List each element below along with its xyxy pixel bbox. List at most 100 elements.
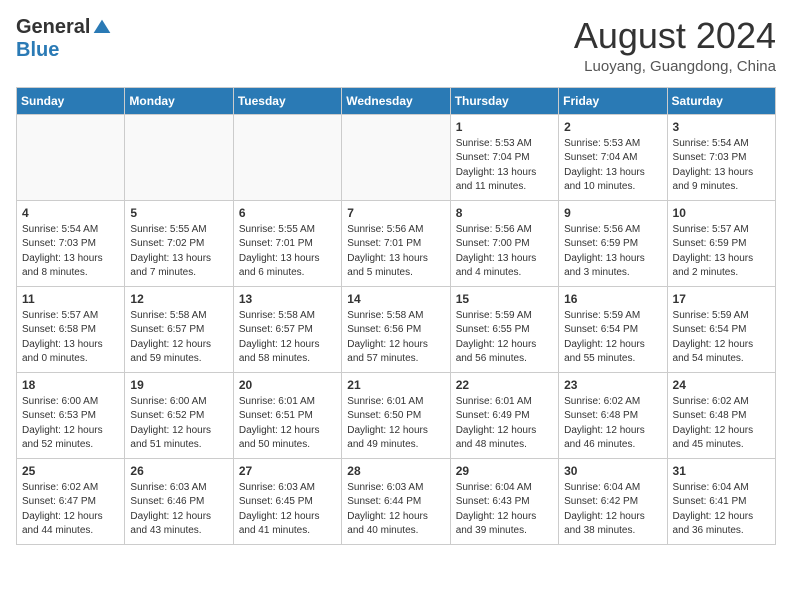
day-cell: 18Sunrise: 6:00 AMSunset: 6:53 PMDayligh… bbox=[17, 372, 125, 458]
day-number: 20 bbox=[239, 378, 336, 392]
day-info: Sunrise: 5:57 AMSunset: 6:59 PMDaylight:… bbox=[673, 223, 770, 281]
day-cell: 2Sunrise: 5:53 AMSunset: 7:04 AMDaylight… bbox=[559, 114, 667, 200]
day-info: Sunrise: 6:04 AMSunset: 6:43 PMDaylight:… bbox=[456, 481, 553, 539]
day-number: 3 bbox=[673, 120, 770, 134]
week-row-1: 1 Sunrise: 5:53 AMSunset: 7:04 PMDaylight… bbox=[17, 114, 776, 200]
day-cell: 25Sunrise: 6:02 AMSunset: 6:47 PMDayligh… bbox=[17, 458, 125, 544]
day-info: Sunrise: 5:58 AMSunset: 6:57 PMDaylight:… bbox=[130, 309, 227, 367]
day-cell: 27Sunrise: 6:03 AMSunset: 6:45 PMDayligh… bbox=[233, 458, 341, 544]
day-number: 7 bbox=[347, 206, 444, 220]
day-info: Sunrise: 5:55 AMSunset: 7:02 PMDaylight:… bbox=[130, 223, 227, 281]
day-cell: 11 Sunrise: 5:57 AMSunset: 6:58 PMDayligh… bbox=[17, 286, 125, 372]
day-info: Sunrise: 6:03 AMSunset: 6:45 PMDaylight:… bbox=[239, 481, 336, 539]
day-number: 21 bbox=[347, 378, 444, 392]
day-cell: 22 Sunrise: 6:01 AMSunset: 6:49 PMDayligh… bbox=[450, 372, 558, 458]
logo-blue-text: Blue bbox=[16, 39, 59, 62]
day-cell: 29 Sunrise: 6:04 AMSunset: 6:43 PMDayligh… bbox=[450, 458, 558, 544]
day-cell: 28Sunrise: 6:03 AMSunset: 6:44 PMDayligh… bbox=[342, 458, 450, 544]
day-cell: 19 Sunrise: 6:00 AMSunset: 6:52 PMDayligh… bbox=[125, 372, 233, 458]
week-row-3: 11 Sunrise: 5:57 AMSunset: 6:58 PMDayligh… bbox=[17, 286, 776, 372]
day-number: 6 bbox=[239, 206, 336, 220]
day-cell: 16 Sunrise: 5:59 AMSunset: 6:54 PMDayligh… bbox=[559, 286, 667, 372]
day-cell: 15 Sunrise: 5:59 AMSunset: 6:55 PMDayligh… bbox=[450, 286, 558, 372]
weekday-saturday: Saturday bbox=[667, 87, 775, 114]
day-number: 11 bbox=[22, 292, 119, 306]
day-number: 24 bbox=[673, 378, 770, 392]
day-cell: 9 Sunrise: 5:56 AMSunset: 6:59 PMDaylight… bbox=[559, 200, 667, 286]
day-cell: 24Sunrise: 6:02 AMSunset: 6:48 PMDayligh… bbox=[667, 372, 775, 458]
day-cell: 31 Sunrise: 6:04 AMSunset: 6:41 PMDayligh… bbox=[667, 458, 775, 544]
day-cell: 3 Sunrise: 5:54 AMSunset: 7:03 PMDaylight… bbox=[667, 114, 775, 200]
day-cell: 13 Sunrise: 5:58 AMSunset: 6:57 PMDayligh… bbox=[233, 286, 341, 372]
day-number: 14 bbox=[347, 292, 444, 306]
day-number: 4 bbox=[22, 206, 119, 220]
logo-general-text: General bbox=[16, 16, 90, 39]
day-info: Sunrise: 5:56 AMSunset: 6:59 PMDaylight:… bbox=[564, 223, 661, 281]
day-cell: 8 Sunrise: 5:56 AMSunset: 7:00 PMDaylight… bbox=[450, 200, 558, 286]
day-info: Sunrise: 5:56 AMSunset: 7:01 PMDaylight:… bbox=[347, 223, 444, 281]
week-row-4: 18Sunrise: 6:00 AMSunset: 6:53 PMDayligh… bbox=[17, 372, 776, 458]
logo-icon bbox=[92, 18, 112, 38]
day-info: Sunrise: 6:02 AMSunset: 6:47 PMDaylight:… bbox=[22, 481, 119, 539]
day-number: 26 bbox=[130, 464, 227, 478]
day-cell: 20Sunrise: 6:01 AMSunset: 6:51 PMDayligh… bbox=[233, 372, 341, 458]
day-cell: 14 Sunrise: 5:58 AMSunset: 6:56 PMDayligh… bbox=[342, 286, 450, 372]
logo: General Blue bbox=[16, 16, 112, 62]
page-header: General Blue August 2024 Luoyang, Guangd… bbox=[16, 16, 776, 75]
day-number: 22 bbox=[456, 378, 553, 392]
day-number: 23 bbox=[564, 378, 661, 392]
day-info: Sunrise: 5:59 AMSunset: 6:55 PMDaylight:… bbox=[456, 309, 553, 367]
day-number: 29 bbox=[456, 464, 553, 478]
day-info: Sunrise: 5:54 AMSunset: 7:03 PMDaylight:… bbox=[673, 137, 770, 195]
day-info: Sunrise: 5:58 AMSunset: 6:56 PMDaylight:… bbox=[347, 309, 444, 367]
day-number: 30 bbox=[564, 464, 661, 478]
calendar-body: 1 Sunrise: 5:53 AMSunset: 7:04 PMDaylight… bbox=[17, 114, 776, 544]
week-row-5: 25Sunrise: 6:02 AMSunset: 6:47 PMDayligh… bbox=[17, 458, 776, 544]
day-cell: 26 Sunrise: 6:03 AMSunset: 6:46 PMDayligh… bbox=[125, 458, 233, 544]
day-cell: 10 Sunrise: 5:57 AMSunset: 6:59 PMDayligh… bbox=[667, 200, 775, 286]
day-info: Sunrise: 6:04 AMSunset: 6:41 PMDaylight:… bbox=[673, 481, 770, 539]
day-number: 1 bbox=[456, 120, 553, 134]
day-info: Sunrise: 5:55 AMSunset: 7:01 PMDaylight:… bbox=[239, 223, 336, 281]
day-number: 13 bbox=[239, 292, 336, 306]
day-cell bbox=[342, 114, 450, 200]
day-info: Sunrise: 5:56 AMSunset: 7:00 PMDaylight:… bbox=[456, 223, 553, 281]
day-info: Sunrise: 5:54 AMSunset: 7:03 PMDaylight:… bbox=[22, 223, 119, 281]
day-info: Sunrise: 5:59 AMSunset: 6:54 PMDaylight:… bbox=[564, 309, 661, 367]
day-info: Sunrise: 5:53 AMSunset: 7:04 AMDaylight:… bbox=[564, 137, 661, 195]
day-number: 31 bbox=[673, 464, 770, 478]
day-number: 19 bbox=[130, 378, 227, 392]
title-block: August 2024 Luoyang, Guangdong, China bbox=[574, 16, 776, 75]
day-cell: 30 Sunrise: 6:04 AMSunset: 6:42 PMDayligh… bbox=[559, 458, 667, 544]
weekday-sunday: Sunday bbox=[17, 87, 125, 114]
day-cell: 21 Sunrise: 6:01 AMSunset: 6:50 PMDayligh… bbox=[342, 372, 450, 458]
day-info: Sunrise: 6:01 AMSunset: 6:50 PMDaylight:… bbox=[347, 395, 444, 453]
day-info: Sunrise: 6:03 AMSunset: 6:46 PMDaylight:… bbox=[130, 481, 227, 539]
location: Luoyang, Guangdong, China bbox=[574, 58, 776, 75]
day-cell: 12Sunrise: 5:58 AMSunset: 6:57 PMDayligh… bbox=[125, 286, 233, 372]
day-cell: 5 Sunrise: 5:55 AMSunset: 7:02 PMDaylight… bbox=[125, 200, 233, 286]
day-number: 9 bbox=[564, 206, 661, 220]
day-cell: 4 Sunrise: 5:54 AMSunset: 7:03 PMDaylight… bbox=[17, 200, 125, 286]
day-number: 17 bbox=[673, 292, 770, 306]
day-info: Sunrise: 6:04 AMSunset: 6:42 PMDaylight:… bbox=[564, 481, 661, 539]
day-info: Sunrise: 6:00 AMSunset: 6:52 PMDaylight:… bbox=[130, 395, 227, 453]
day-info: Sunrise: 5:53 AMSunset: 7:04 PMDaylight:… bbox=[456, 137, 553, 195]
day-number: 18 bbox=[22, 378, 119, 392]
weekday-friday: Friday bbox=[559, 87, 667, 114]
day-info: Sunrise: 6:01 AMSunset: 6:49 PMDaylight:… bbox=[456, 395, 553, 453]
day-cell: 7 Sunrise: 5:56 AMSunset: 7:01 PMDaylight… bbox=[342, 200, 450, 286]
day-info: Sunrise: 5:59 AMSunset: 6:54 PMDaylight:… bbox=[673, 309, 770, 367]
day-number: 10 bbox=[673, 206, 770, 220]
day-number: 28 bbox=[347, 464, 444, 478]
month-year: August 2024 bbox=[574, 16, 776, 56]
day-number: 15 bbox=[456, 292, 553, 306]
day-cell bbox=[17, 114, 125, 200]
day-number: 16 bbox=[564, 292, 661, 306]
day-info: Sunrise: 5:58 AMSunset: 6:57 PMDaylight:… bbox=[239, 309, 336, 367]
day-number: 5 bbox=[130, 206, 227, 220]
day-info: Sunrise: 5:57 AMSunset: 6:58 PMDaylight:… bbox=[22, 309, 119, 367]
day-number: 8 bbox=[456, 206, 553, 220]
day-cell: 1 Sunrise: 5:53 AMSunset: 7:04 PMDaylight… bbox=[450, 114, 558, 200]
day-cell: 23Sunrise: 6:02 AMSunset: 6:48 PMDayligh… bbox=[559, 372, 667, 458]
